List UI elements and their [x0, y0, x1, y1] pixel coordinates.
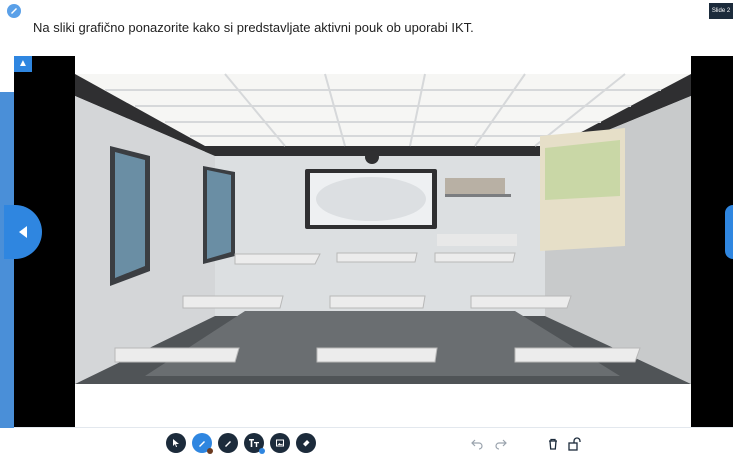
- left-rail: [0, 92, 14, 462]
- chevron-up-icon: ▲: [18, 58, 28, 69]
- trash-icon[interactable]: [544, 435, 562, 453]
- chevron-left-icon: [19, 226, 27, 238]
- image-icon[interactable]: [270, 433, 290, 453]
- drawing-toolbar: [0, 428, 733, 462]
- app-logo-icon: [7, 4, 21, 18]
- text-color-dot: [259, 448, 265, 454]
- slide-number-label: Slide 2: [709, 3, 733, 19]
- unlock-icon[interactable]: [566, 435, 584, 453]
- text-icon[interactable]: [244, 433, 265, 454]
- select-icon[interactable]: [166, 433, 186, 453]
- classroom-illustration: [75, 73, 691, 384]
- pen-icon[interactable]: [192, 433, 213, 454]
- slide-prompt: Na sliki grafično ponazorite kako si pre…: [33, 20, 474, 35]
- slide-canvas[interactable]: [75, 56, 691, 428]
- redo-icon[interactable]: [492, 435, 510, 453]
- undo-icon[interactable]: [468, 435, 486, 453]
- highlighter-icon[interactable]: [218, 433, 238, 453]
- header-bar: Na sliki grafično ponazorite kako si pre…: [0, 0, 733, 56]
- collapse-toggle-button[interactable]: ▲: [14, 56, 32, 72]
- next-slide-button[interactable]: [725, 205, 733, 259]
- eraser-icon[interactable]: [296, 433, 316, 453]
- pen-color-dot: [207, 448, 213, 454]
